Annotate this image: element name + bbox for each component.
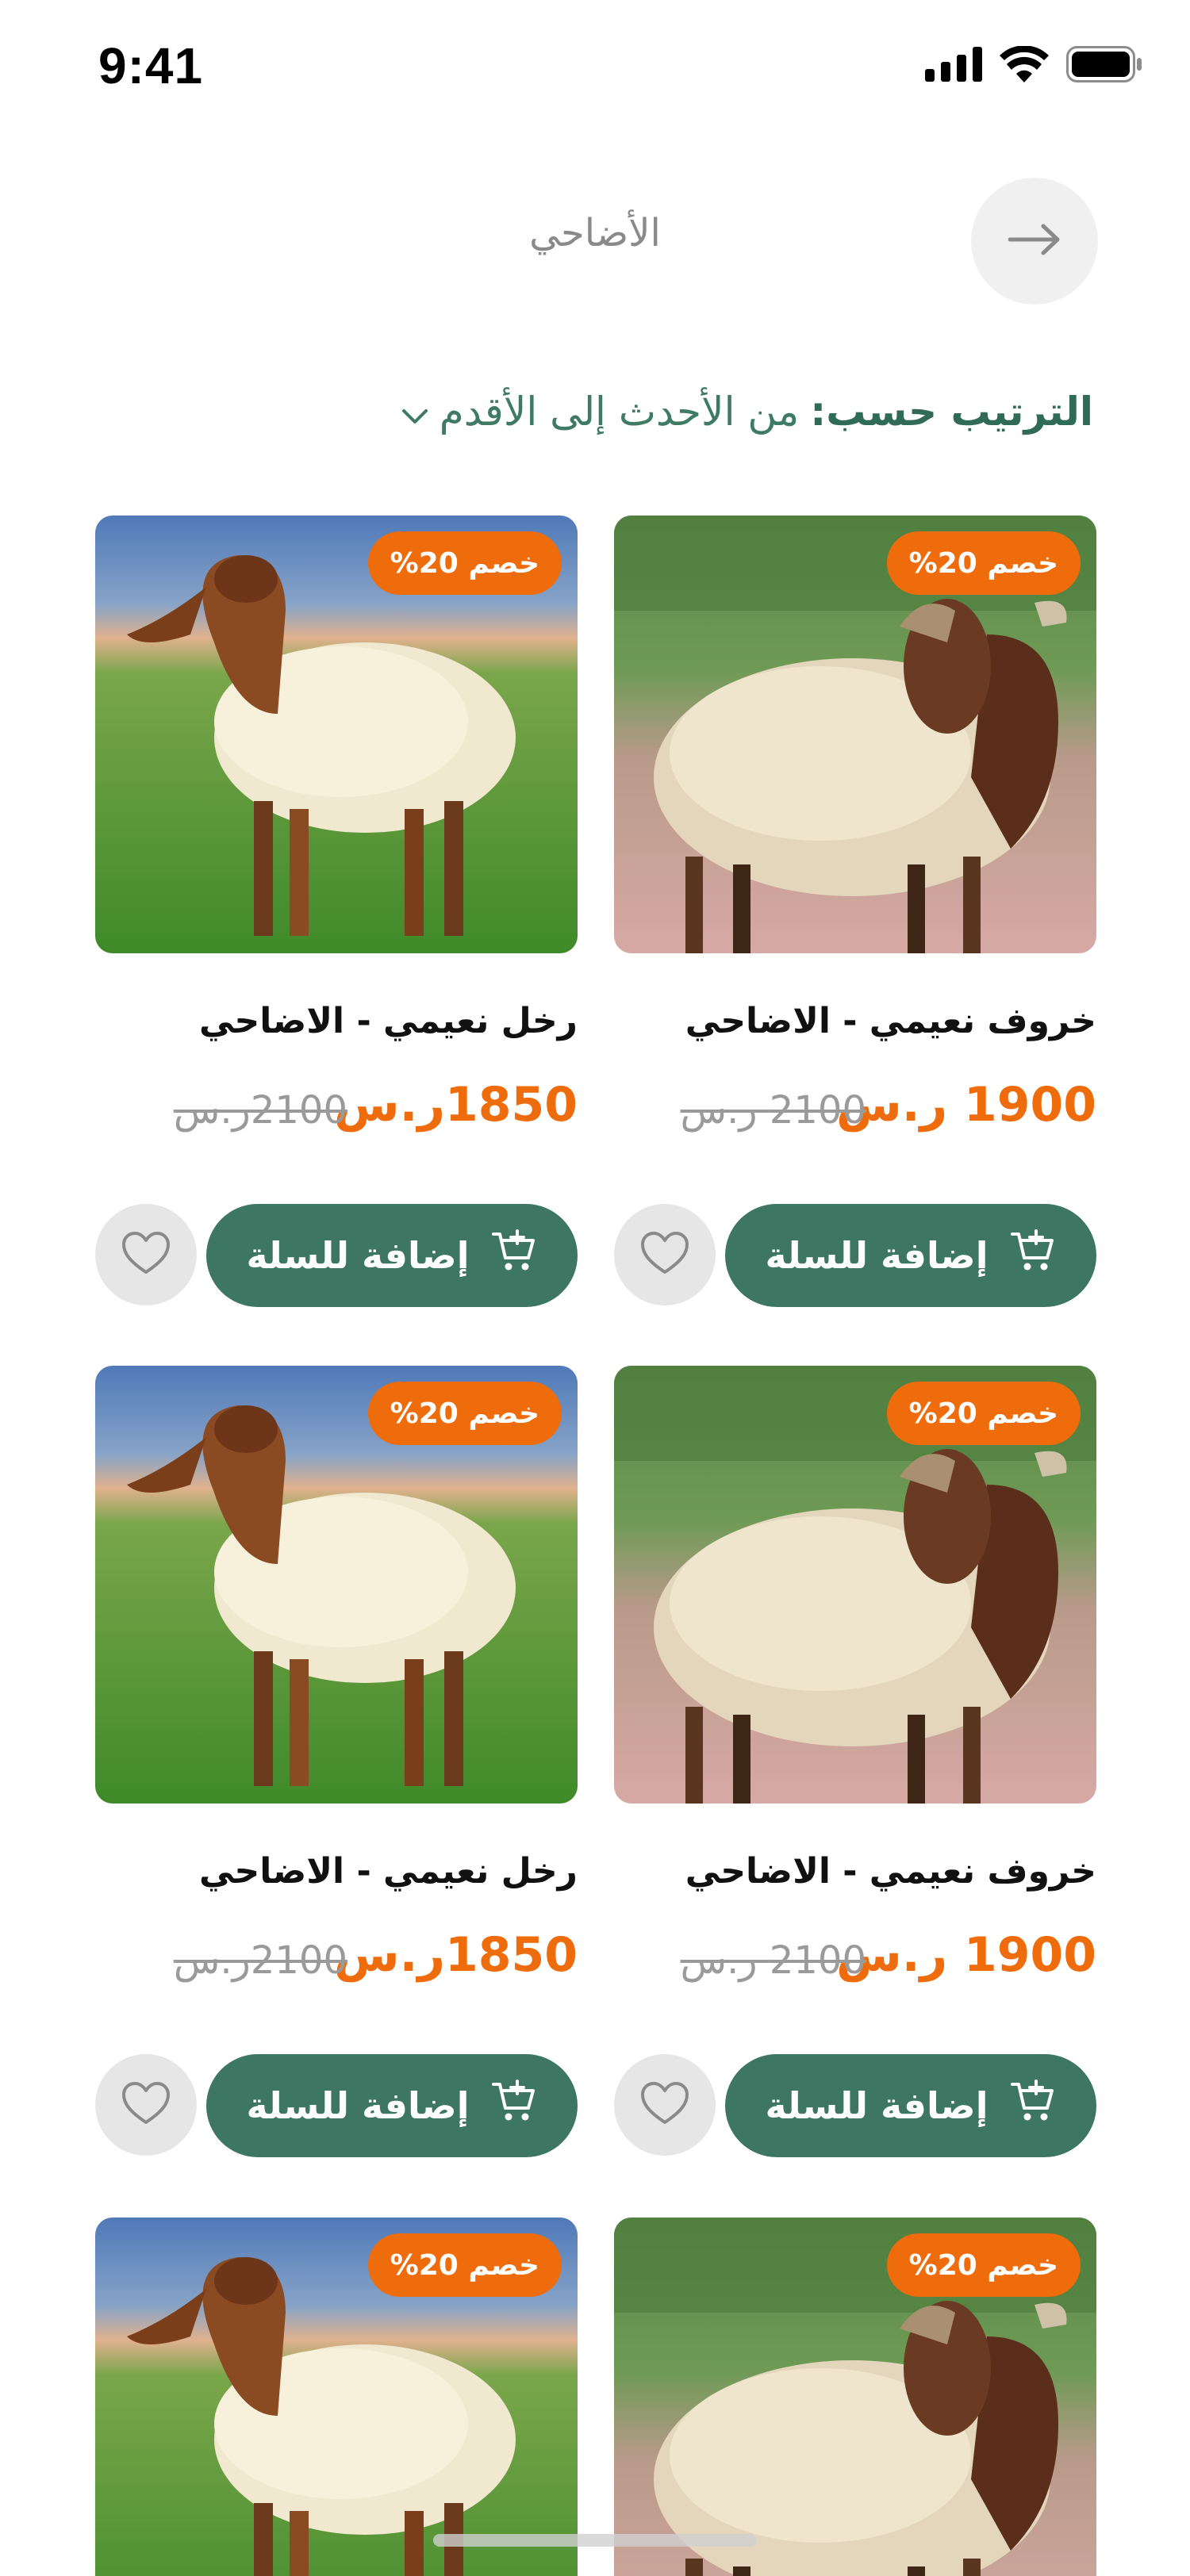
favorite-button[interactable] (614, 2054, 716, 2156)
product-name[interactable]: خروف نعيمي - الاضاحي (685, 1001, 1096, 1041)
product-card[interactable]: خصم 20% (95, 2218, 578, 2576)
sort-label: الترتيب حسب: (810, 389, 1093, 435)
add-to-cart-label: إضافة للسلة (765, 1234, 988, 1277)
add-to-cart-button[interactable]: إضافة للسلة (725, 1204, 1096, 1307)
product-name[interactable]: خروف نعيمي - الاضاحي (685, 1851, 1096, 1892)
cart-add-icon (490, 2079, 538, 2133)
price-row: 1850ر.س 2100ر.س (95, 1927, 578, 1999)
discount-badge: خصم 20% (886, 1382, 1081, 1445)
price-row: 1900 ر.س 2100 ر.س (614, 1927, 1096, 1999)
status-icons (925, 45, 1142, 86)
sort-control[interactable]: الترتيب حسب: من الأحدث إلى الأقدم (401, 389, 1093, 435)
product-image[interactable]: خصم 20% (614, 2218, 1096, 2576)
discount-badge: خصم 20% (886, 2233, 1081, 2297)
heart-icon (121, 2081, 171, 2129)
add-to-cart-label: إضافة للسلة (246, 1234, 470, 1277)
price-row: 1900 ر.س 2100 ر.س (614, 1077, 1096, 1148)
heart-icon (640, 2081, 689, 2129)
add-to-cart-label: إضافة للسلة (765, 2084, 988, 2127)
price-current: 1900 ر.س (835, 1077, 1096, 1133)
sort-value: من الأحدث إلى الأقدم (439, 389, 800, 435)
cart-add-icon (1009, 2079, 1057, 2133)
signal-icon (925, 47, 982, 85)
page-title: الأضاحي (529, 211, 661, 255)
status-bar: 9:41 (0, 0, 1190, 135)
price-current: 1850ر.س (333, 1077, 578, 1133)
favorite-button[interactable] (95, 1204, 197, 1305)
price-original: 2100 ر.س (680, 1938, 866, 1983)
discount-badge: خصم 20% (367, 2233, 562, 2297)
arrow-right-icon (1008, 224, 1061, 259)
product-image[interactable]: خصم 20% (95, 516, 578, 953)
product-image[interactable]: خصم 20% (614, 516, 1096, 953)
product-image[interactable]: خصم 20% (95, 1366, 578, 1804)
price-current: 1850ر.س (333, 1927, 578, 1983)
price-original: 2100ر.س (173, 1088, 347, 1133)
discount-badge: خصم 20% (367, 1382, 562, 1445)
heart-icon (640, 1231, 689, 1278)
product-image[interactable]: خصم 20% (95, 2218, 578, 2576)
price-current: 1900 ر.س (835, 1927, 1096, 1983)
battery-icon (1066, 46, 1142, 86)
product-name[interactable]: رخل نعيمي - الاضاحي (199, 1001, 578, 1041)
back-button[interactable] (971, 178, 1098, 305)
add-to-cart-button[interactable]: إضافة للسلة (206, 2054, 578, 2157)
status-time: 9:41 (98, 37, 204, 94)
home-indicator (433, 2534, 757, 2547)
chevron-down-icon (401, 389, 428, 435)
product-image[interactable]: خصم 20% (614, 1366, 1096, 1804)
product-name[interactable]: رخل نعيمي - الاضاحي (199, 1851, 578, 1892)
add-to-cart-button[interactable]: إضافة للسلة (725, 2054, 1096, 2157)
wifi-icon (1000, 45, 1049, 86)
price-original: 2100 ر.س (680, 1088, 866, 1133)
add-to-cart-button[interactable]: إضافة للسلة (206, 1204, 578, 1307)
price-row: 1850ر.س 2100ر.س (95, 1077, 578, 1148)
cart-add-icon (1009, 1229, 1057, 1282)
discount-badge: خصم 20% (367, 531, 562, 595)
price-original: 2100ر.س (173, 1938, 347, 1983)
heart-icon (121, 1231, 171, 1278)
product-card[interactable]: خصم 20% (614, 2218, 1096, 2576)
favorite-button[interactable] (614, 1204, 716, 1305)
cart-add-icon (490, 1229, 538, 1282)
favorite-button[interactable] (95, 2054, 197, 2156)
discount-badge: خصم 20% (886, 531, 1081, 595)
add-to-cart-label: إضافة للسلة (246, 2084, 470, 2127)
